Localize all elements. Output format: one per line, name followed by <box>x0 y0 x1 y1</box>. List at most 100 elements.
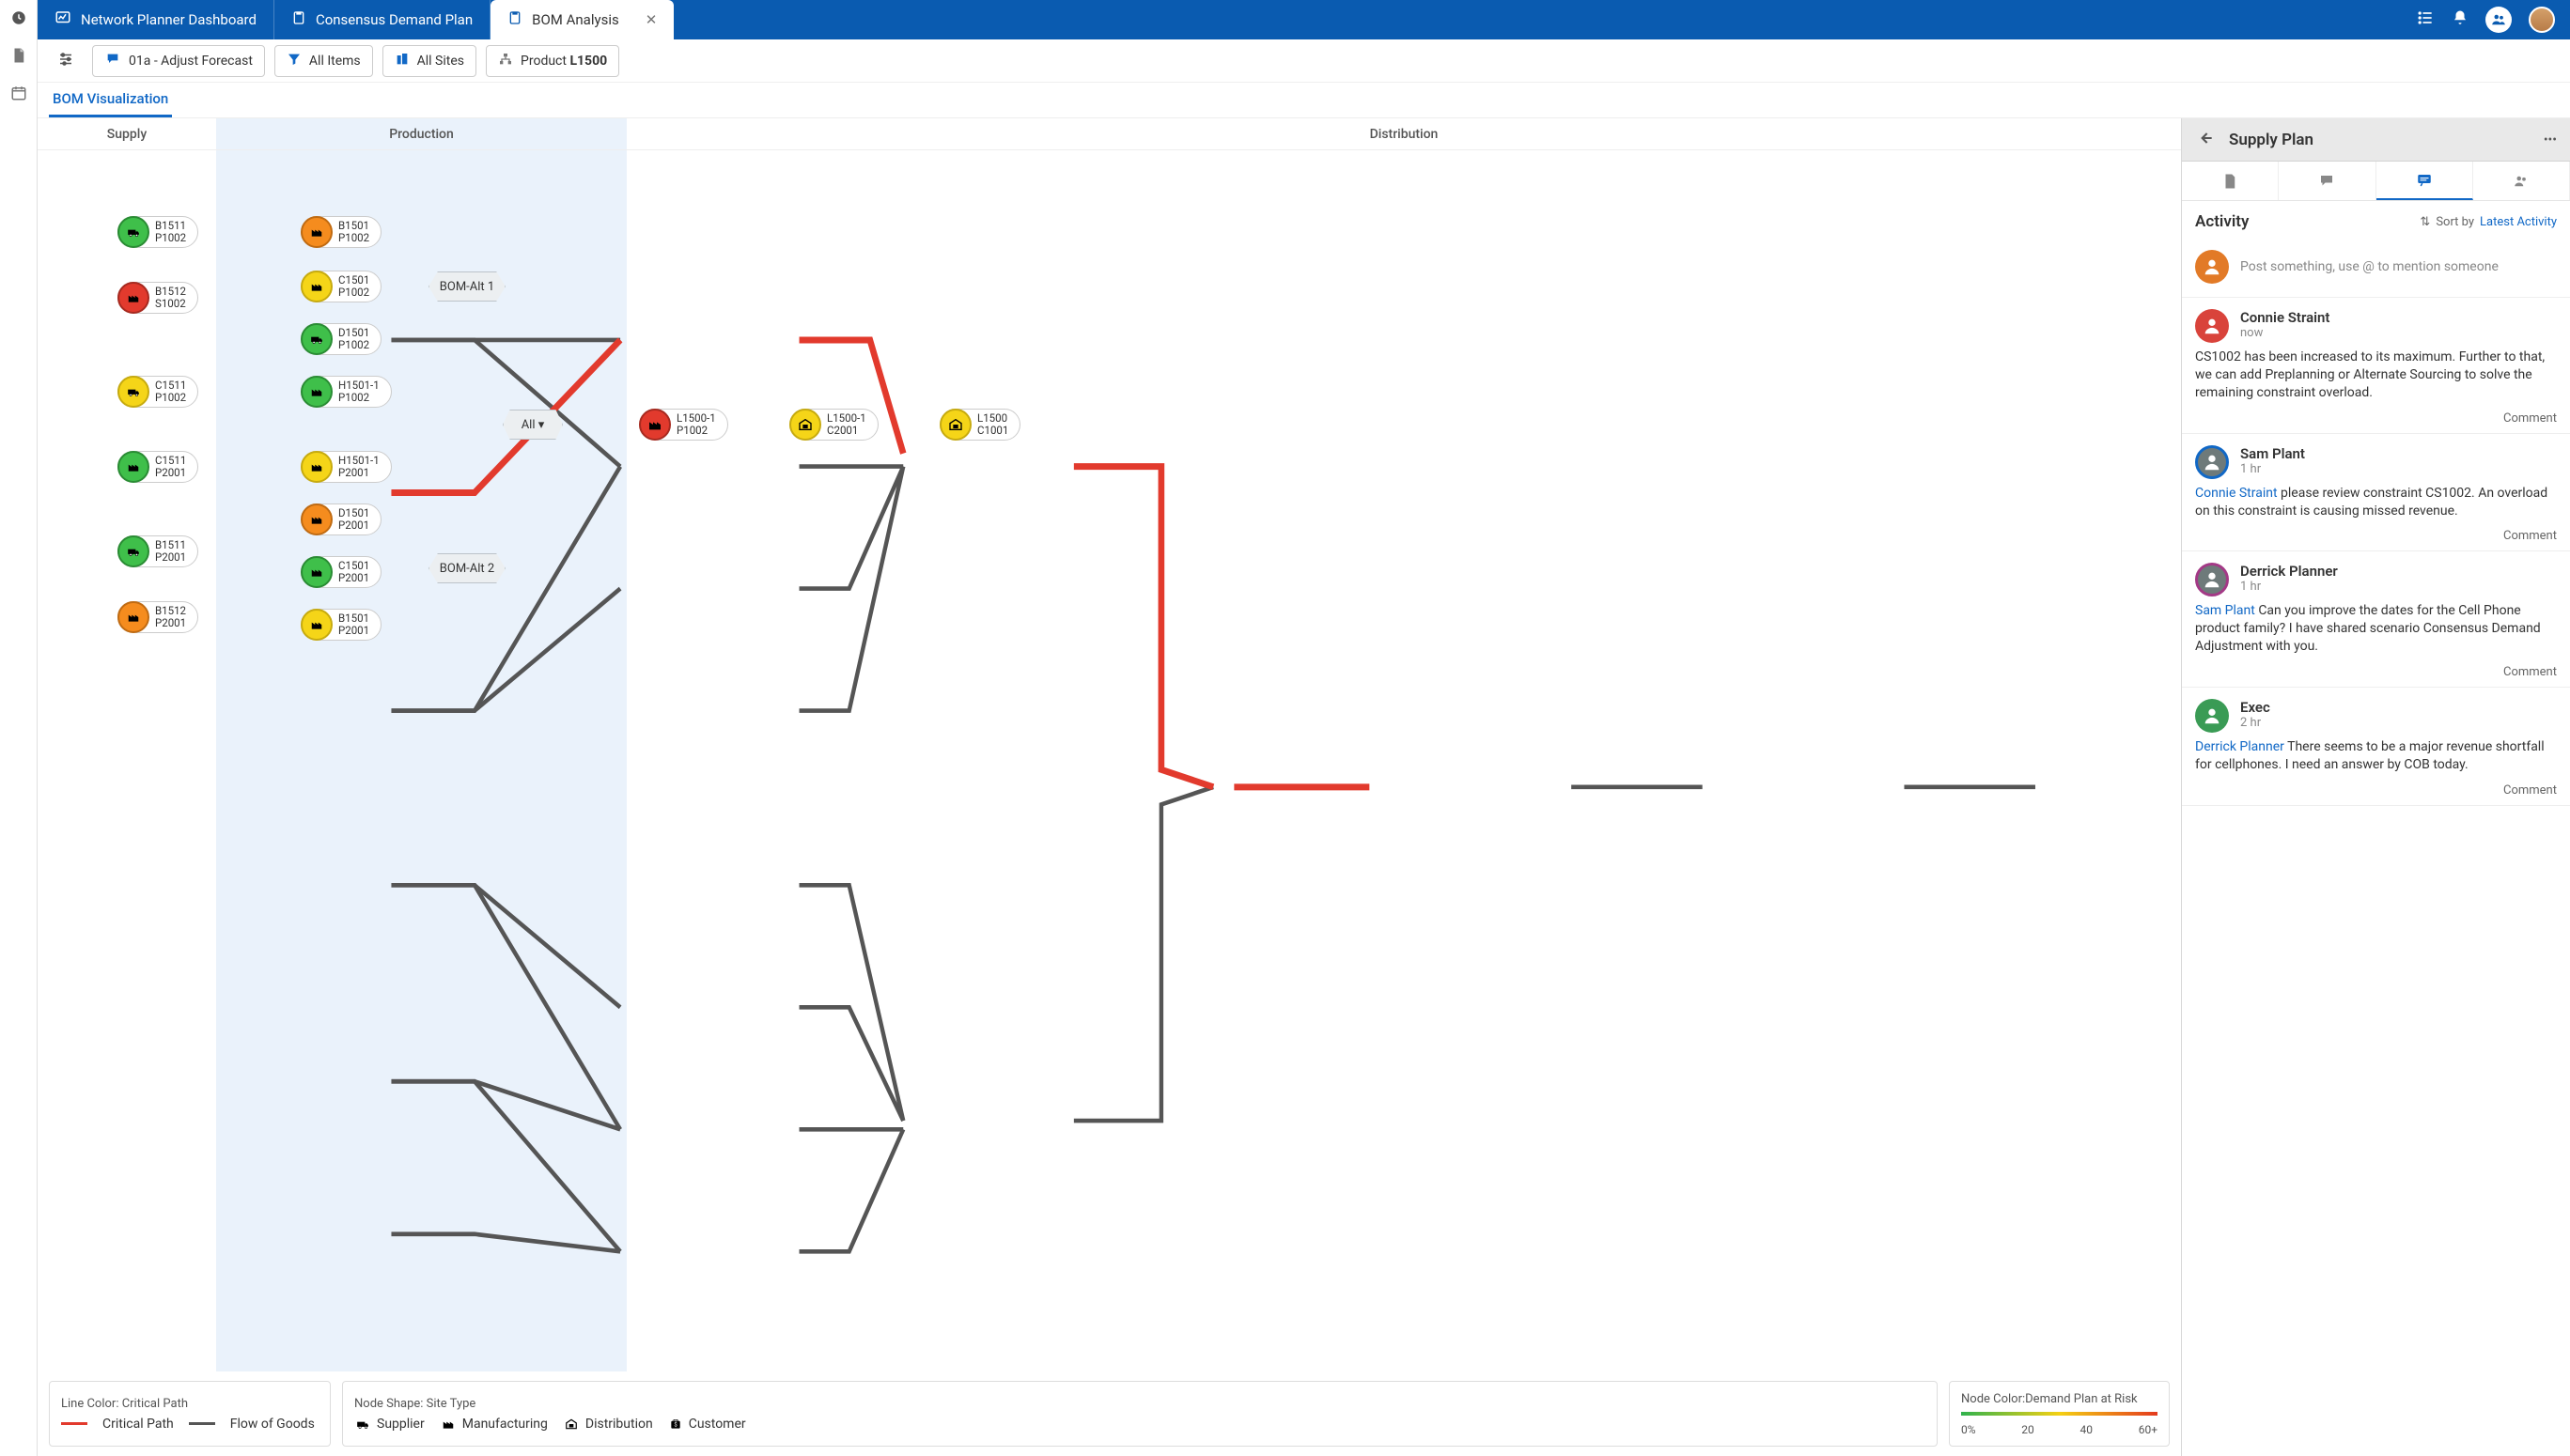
bom-node[interactable]: H1501-1P1002 <box>301 376 392 408</box>
mention[interactable]: Derrick Planner <box>2195 739 2284 754</box>
feed-body: Sam Plant Can you improve the dates for … <box>2195 602 2557 656</box>
feed-item: Exec2 hrDerrick Planner There seems to b… <box>2182 688 2570 806</box>
node-label: B1511P2001 <box>155 539 186 563</box>
legends: Line Color: Critical Path Critical Path … <box>49 1381 2170 1447</box>
bom-node[interactable]: B1512S1002 <box>117 282 198 314</box>
customer-icon: $ <box>668 1417 683 1432</box>
back-arrow-icon[interactable] <box>2195 129 2216 151</box>
legend-shape: Node Shape: Site Type Supplier Manufactu… <box>342 1381 1938 1447</box>
avatar-icon <box>2195 445 2229 479</box>
chat-icon <box>104 52 121 70</box>
settings-icon[interactable] <box>49 45 83 77</box>
bom-node[interactable]: C1501P1002 <box>301 271 382 302</box>
all-sites-button[interactable]: All Sites <box>382 45 476 77</box>
all-items-button[interactable]: All Items <box>274 45 373 77</box>
post-composer[interactable]: Post something, use @ to mention someone <box>2182 242 2570 298</box>
node-label: B1511P1002 <box>155 220 186 243</box>
tab-label: Network Planner Dashboard <box>81 11 257 28</box>
button-label: All Items <box>309 54 361 69</box>
calendar-icon[interactable] <box>10 85 27 105</box>
feed-author: Sam Plant <box>2240 445 2305 462</box>
supplier-icon <box>117 535 149 567</box>
feed-time: 1 hr <box>2240 580 2338 594</box>
tab-dashboard[interactable]: Network Planner Dashboard <box>38 0 274 39</box>
manufacturing-icon <box>301 451 333 483</box>
feed-author: Connie Straint <box>2240 309 2329 326</box>
node-label: B1512P2001 <box>155 605 186 628</box>
sp-tab-people[interactable] <box>2473 162 2570 200</box>
node-label: B1501P1002 <box>338 220 369 243</box>
sub-tab-bom-viz[interactable]: BOM Visualization <box>49 83 172 117</box>
manufacturing-icon <box>639 409 671 441</box>
bom-node[interactable]: C1511P2001 <box>117 451 198 483</box>
document-icon[interactable] <box>10 47 27 68</box>
more-icon[interactable]: ••• <box>2544 132 2557 147</box>
bom-all[interactable]: All ▾ <box>503 410 563 440</box>
node-label: C1511P1002 <box>155 379 186 403</box>
bom-alt-2[interactable]: BOM-Alt 2 <box>428 553 506 583</box>
bom-node[interactable]: B1511P2001 <box>117 535 198 567</box>
bom-node[interactable]: C1501P2001 <box>301 556 382 588</box>
sp-tab-doc[interactable] <box>2182 162 2279 200</box>
bom-node[interactable]: B1511P1002 <box>117 216 198 248</box>
mention[interactable]: Sam Plant <box>2195 603 2255 618</box>
activity-header: Activity ⇅ Sort by Latest Activity <box>2182 201 2570 242</box>
legend-color: Node Color:Demand Plan at Risk 0% 20 40 … <box>1949 1381 2170 1447</box>
comment-link[interactable]: Comment <box>2195 665 2557 679</box>
side-panel: Supply Plan ••• Activity ⇅ Sort by Lates… <box>2181 118 2570 1456</box>
distribution-icon <box>563 1417 580 1431</box>
sp-tab-messages[interactable] <box>2376 162 2473 200</box>
clipboard-icon <box>291 9 306 30</box>
user-avatar-icon <box>2195 250 2229 284</box>
comment-link[interactable]: Comment <box>2195 411 2557 426</box>
bom-node[interactable]: B1501P1002 <box>301 216 382 248</box>
group-icon[interactable] <box>2485 7 2512 33</box>
tab-label: Consensus Demand Plan <box>316 11 473 28</box>
feed-author: Derrick Planner <box>2240 563 2338 580</box>
product-button[interactable]: Product L1500 <box>486 45 619 77</box>
close-icon[interactable]: ✕ <box>646 11 658 28</box>
manufacturing-icon <box>301 556 333 588</box>
clipboard-icon <box>507 9 522 30</box>
list-icon[interactable] <box>2416 8 2435 31</box>
side-panel-tabs <box>2182 162 2570 201</box>
bom-node[interactable]: B1501P2001 <box>301 609 382 641</box>
node-center[interactable]: L1500-1P1002 <box>639 409 728 441</box>
avatar-icon <box>2195 699 2229 733</box>
node-label: H1501-1P2001 <box>338 455 380 478</box>
supplier-icon <box>354 1417 371 1431</box>
comment-link[interactable]: Comment <box>2195 783 2557 798</box>
mention[interactable]: Connie Straint <box>2195 486 2278 501</box>
activity-feed: Connie StraintnowCS1002 has been increas… <box>2182 298 2570 1456</box>
comment-link[interactable]: Comment <box>2195 529 2557 543</box>
building-icon <box>395 52 410 70</box>
button-label: Product L1500 <box>521 54 607 69</box>
node-label: C1501P1002 <box>338 274 369 298</box>
node-dist-2[interactable]: L1500C1001 <box>940 409 1020 441</box>
sort-control[interactable]: ⇅ Sort by Latest Activity <box>2420 215 2557 229</box>
tab-bom[interactable]: BOM Analysis ✕ <box>491 0 674 39</box>
distribution-icon <box>789 409 821 441</box>
node-dist-1[interactable]: L1500-1C2001 <box>789 409 879 441</box>
legend-title: Node Shape: Site Type <box>354 1397 1925 1411</box>
clock-icon[interactable] <box>10 9 27 30</box>
chart-icon <box>55 9 71 30</box>
sp-tab-chat[interactable] <box>2279 162 2375 200</box>
col-header-production: Production <box>216 118 627 149</box>
bell-icon[interactable] <box>2452 8 2469 31</box>
toolbar: 01a - Adjust Forecast All Items All Site… <box>38 39 2570 83</box>
legend-title: Line Color: Critical Path <box>61 1397 319 1411</box>
bom-node[interactable]: D1501P2001 <box>301 503 382 535</box>
tab-consensus[interactable]: Consensus Demand Plan <box>274 0 491 39</box>
adjust-forecast-button[interactable]: 01a - Adjust Forecast <box>92 45 265 77</box>
avatar-icon <box>2195 563 2229 596</box>
bom-node[interactable]: C1511P1002 <box>117 376 198 408</box>
user-avatar[interactable] <box>2529 7 2555 33</box>
bom-node[interactable]: D1501P1002 <box>301 323 382 355</box>
supplier-icon <box>117 376 149 408</box>
bom-alt-1[interactable]: BOM-Alt 1 <box>428 271 506 302</box>
supplier-icon <box>117 216 149 248</box>
col-header-supply: Supply <box>38 118 216 149</box>
bom-node[interactable]: H1501-1P2001 <box>301 451 392 483</box>
bom-node[interactable]: B1512P2001 <box>117 601 198 633</box>
